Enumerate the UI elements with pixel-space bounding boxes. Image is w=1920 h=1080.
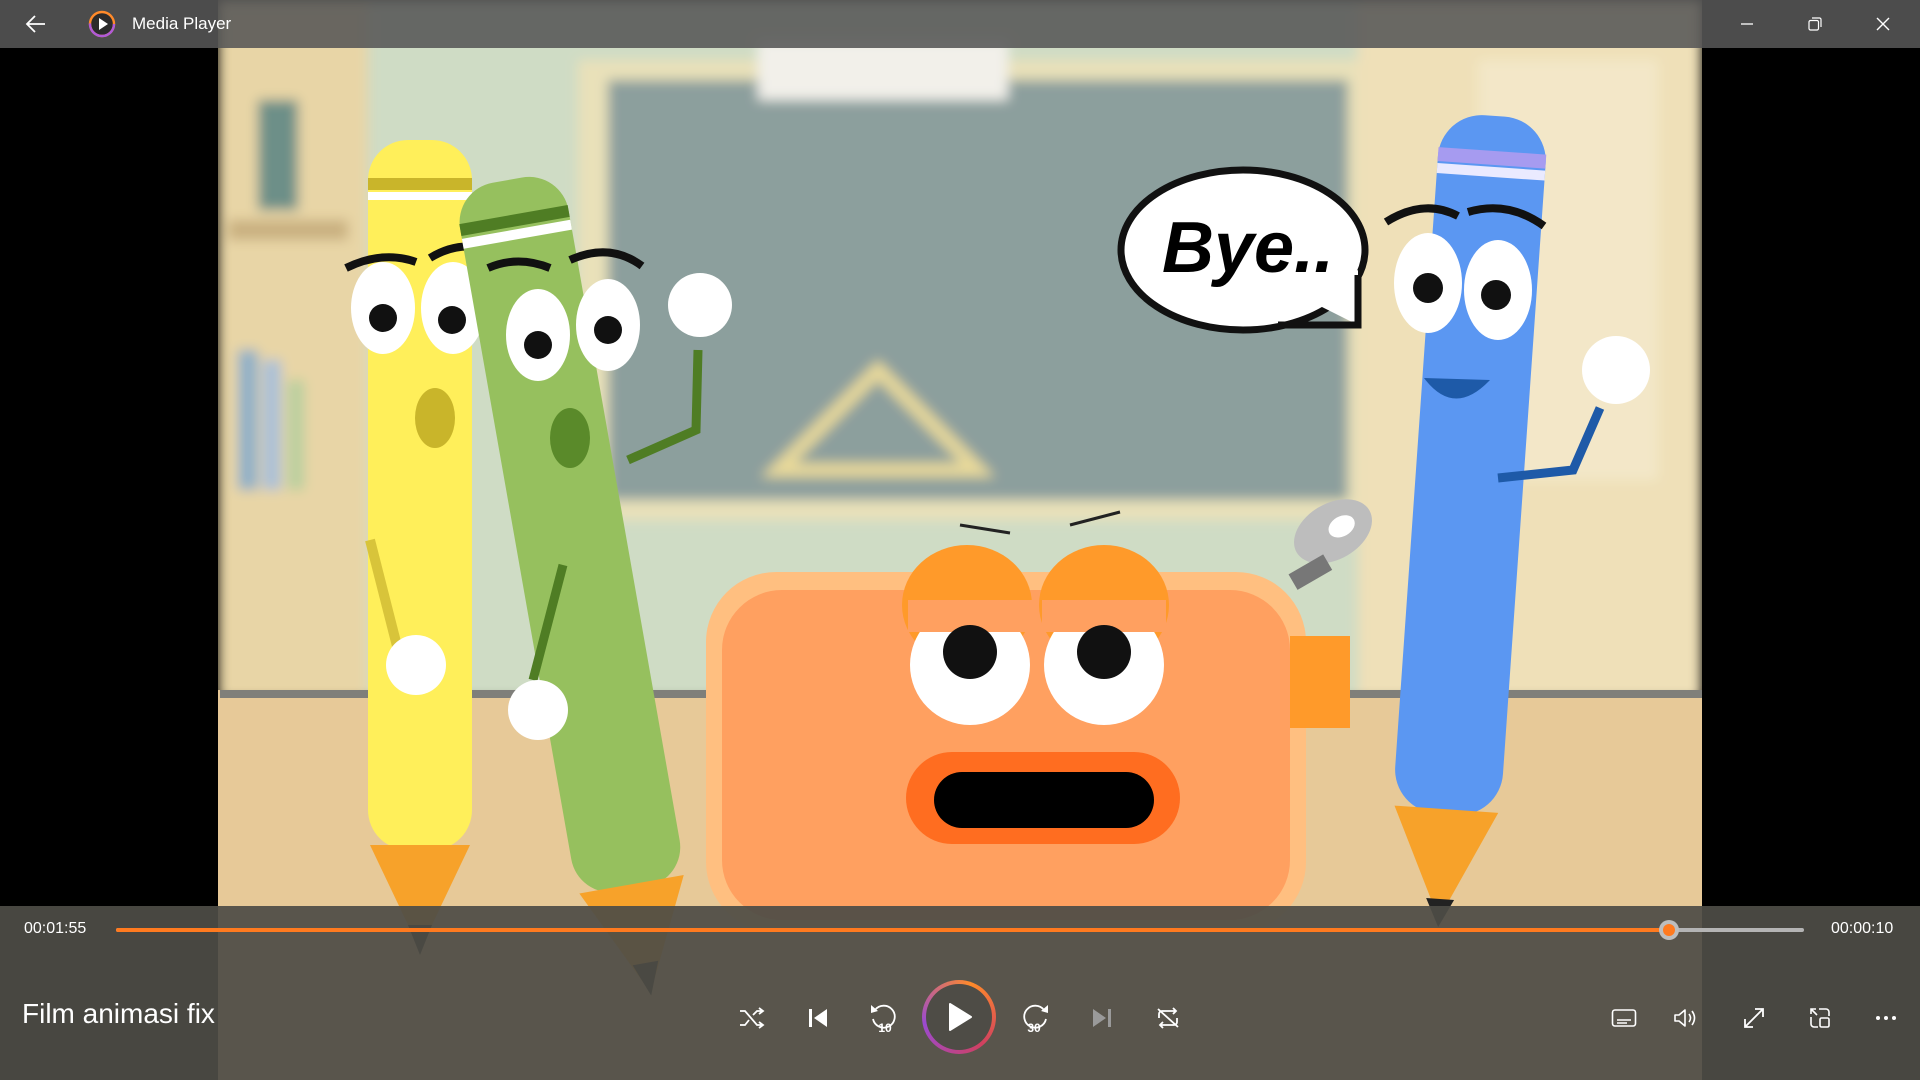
speech-bubble: Bye.. xyxy=(1117,166,1369,334)
remaining-time: 00:00:10 xyxy=(1831,920,1894,937)
title-bar: Media Player xyxy=(0,0,1920,48)
maximize-button[interactable] xyxy=(1792,0,1838,48)
seek-bar-thumb[interactable] xyxy=(1658,920,1679,940)
next-icon xyxy=(1093,1009,1111,1027)
previous-button[interactable] xyxy=(798,998,838,1038)
fullscreen-icon xyxy=(1744,1008,1764,1028)
pencil-case-character xyxy=(706,510,1350,932)
mini-player-button[interactable] xyxy=(1800,998,1840,1038)
seek-bar-progress xyxy=(116,928,1669,932)
back-arrow-icon xyxy=(25,15,45,33)
mini-player-icon xyxy=(1810,1008,1830,1028)
close-button[interactable] xyxy=(1860,0,1906,48)
captions-icon xyxy=(1611,1009,1637,1027)
minimize-icon xyxy=(1741,23,1753,25)
captions-button[interactable] xyxy=(1604,998,1644,1038)
app-logo xyxy=(84,0,120,48)
fullscreen-button[interactable] xyxy=(1734,998,1774,1038)
volume-icon xyxy=(1674,1009,1696,1027)
play-button[interactable] xyxy=(922,980,996,1054)
repeat-icon xyxy=(1157,1007,1179,1029)
back-button[interactable] xyxy=(12,0,60,48)
repeat-button[interactable] xyxy=(1148,998,1188,1038)
control-bar: 00:01:55 00:00:10 Film animasi fix 10 30 xyxy=(0,906,1920,1080)
close-icon xyxy=(1876,17,1890,31)
play-button-inner xyxy=(926,984,992,1050)
media-title: Film animasi fix xyxy=(22,998,215,1029)
skip-back-10-icon: 10 xyxy=(871,1004,896,1034)
skip-forward-label: 30 xyxy=(1027,1021,1041,1034)
shuffle-button[interactable] xyxy=(732,998,772,1038)
speech-bubble-text: Bye.. xyxy=(1162,208,1334,288)
restore-icon xyxy=(1808,17,1822,31)
skip-forward-30-icon: 30 xyxy=(1023,1004,1048,1034)
media-player-logo-icon xyxy=(88,10,116,38)
play-icon xyxy=(949,1003,972,1031)
minimize-button[interactable] xyxy=(1724,0,1770,48)
shuffle-icon xyxy=(740,1007,765,1029)
more-options-button[interactable] xyxy=(1866,998,1906,1038)
next-button[interactable] xyxy=(1082,998,1122,1038)
skip-back-label: 10 xyxy=(878,1021,892,1034)
skip-back-button[interactable]: 10 xyxy=(863,996,905,1040)
app-title: Media Player xyxy=(132,14,232,33)
more-icon xyxy=(1876,1016,1896,1020)
previous-icon xyxy=(809,1009,827,1027)
seek-bar[interactable] xyxy=(116,920,1804,940)
elapsed-time: 00:01:55 xyxy=(24,920,87,937)
volume-button[interactable] xyxy=(1666,998,1706,1038)
skip-forward-button[interactable]: 30 xyxy=(1014,996,1056,1040)
